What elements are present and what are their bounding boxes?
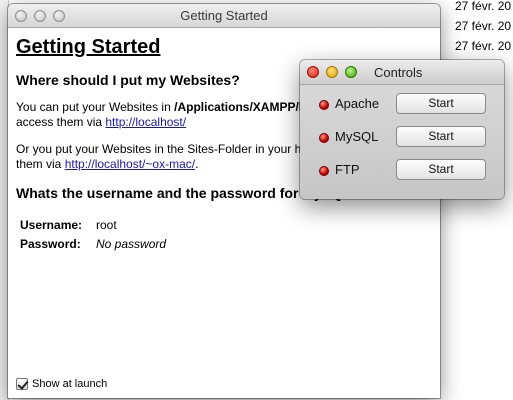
file-date: 27 févr. 20: [455, 19, 512, 33]
window-title: Getting Started: [180, 8, 268, 23]
window-titlebar[interactable]: Getting Started: [8, 4, 440, 28]
paragraph-text: them via: [16, 157, 65, 171]
apache-status-indicator: [319, 100, 329, 110]
service-row-mysql: MySQL Start: [300, 124, 504, 150]
paragraph-text: You can put your Websites in: [16, 100, 175, 114]
mysql-start-button[interactable]: Start: [396, 126, 486, 147]
minimize-button[interactable]: [326, 66, 338, 78]
user-sites-link[interactable]: http://localhost/~ox-mac/: [65, 157, 195, 171]
ftp-status-indicator: [319, 166, 329, 176]
localhost-link[interactable]: http://localhost/: [105, 115, 186, 129]
zoom-button[interactable]: [345, 66, 357, 78]
paragraph-text: access them via: [16, 115, 106, 129]
username-label: Username:: [20, 218, 83, 232]
apache-start-button[interactable]: Start: [396, 93, 486, 114]
controls-title: Controls: [374, 65, 423, 80]
password-value: No password: [96, 237, 167, 251]
page-title: Getting Started: [16, 36, 161, 58]
show-at-launch-option[interactable]: Show at launch: [16, 376, 107, 392]
show-at-launch-checkbox[interactable]: [16, 378, 28, 390]
username-value: root: [96, 218, 117, 232]
controls-window: Controls Apache Start MySQL Start FTP St…: [300, 60, 504, 199]
password-label: Password:: [20, 237, 81, 251]
apache-label: Apache: [335, 96, 380, 111]
file-date: 27 févr. 20: [455, 39, 512, 53]
service-row-apache: Apache Start: [300, 91, 504, 117]
show-at-launch-label[interactable]: Show at launch: [32, 378, 107, 390]
ftp-label: FTP: [335, 162, 360, 177]
controls-titlebar[interactable]: Controls: [300, 60, 504, 85]
close-button[interactable]: [307, 66, 319, 78]
mysql-status-indicator: [319, 133, 329, 143]
controls-body: Apache Start MySQL Start FTP Start: [300, 85, 504, 199]
mysql-label: MySQL: [335, 129, 379, 144]
paragraph-text: .: [195, 157, 199, 171]
service-row-ftp: FTP Start: [300, 157, 504, 183]
file-date: 27 févr. 20: [455, 0, 512, 13]
question-websites: Where should I put my Websites?: [16, 72, 240, 88]
ftp-start-button[interactable]: Start: [396, 159, 486, 180]
